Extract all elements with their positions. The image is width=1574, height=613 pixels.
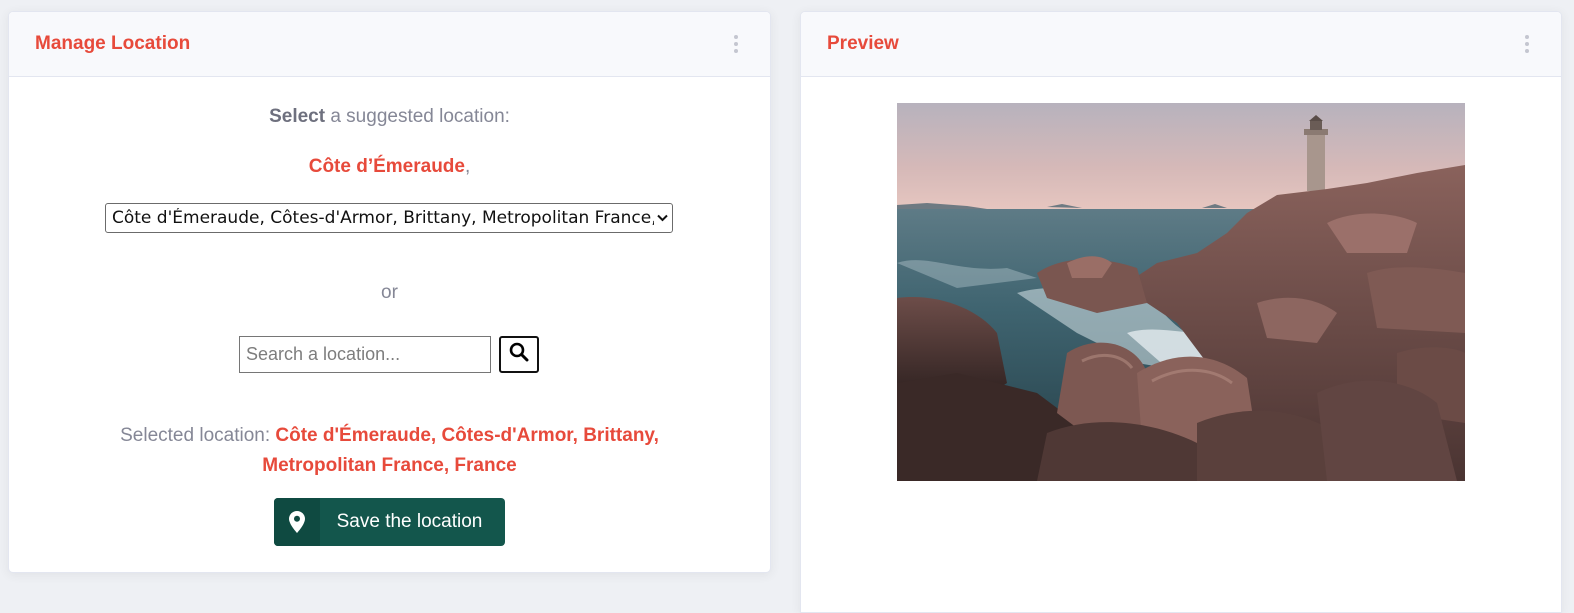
save-location-label: Save the location xyxy=(336,511,483,532)
preview-menu-icon[interactable] xyxy=(1519,31,1535,57)
search-location-input[interactable] xyxy=(239,336,491,373)
preview-header: Preview xyxy=(801,12,1561,77)
search-icon xyxy=(509,342,529,367)
save-location-button[interactable]: Save the location xyxy=(274,498,505,546)
suggested-location-name[interactable]: Côte d’Émeraude xyxy=(309,156,465,177)
suggested-location: Côte d’Émeraude, xyxy=(9,156,770,178)
or-separator: or xyxy=(381,282,398,303)
chevron-down-icon xyxy=(654,211,672,225)
selected-location-value-line1: Côte d'Émeraude, Côtes-d'Armor, Brittany… xyxy=(275,425,659,446)
manage-location-header: Manage Location xyxy=(9,12,770,77)
preview-title: Preview xyxy=(827,33,899,54)
map-marker-icon xyxy=(274,498,320,546)
selected-location-label: Selected location: xyxy=(120,425,276,446)
manage-menu-icon[interactable] xyxy=(728,31,744,57)
select-prompt: Select a suggested location: xyxy=(9,106,770,128)
suggested-location-suffix: , xyxy=(464,156,471,177)
location-preview-image xyxy=(897,103,1465,481)
manage-location-card: Manage Location Select a suggested locat… xyxy=(8,11,771,573)
location-dropdown[interactable]: Côte d'Émeraude, Côtes-d'Armor, Brittany… xyxy=(105,203,673,233)
select-prompt-bold: Select xyxy=(269,106,326,127)
selected-location: Selected location: Côte d'Émeraude, Côte… xyxy=(9,421,770,481)
manage-location-title: Manage Location xyxy=(35,33,191,54)
select-prompt-rest: a suggested location: xyxy=(325,106,510,127)
location-dropdown-value: Côte d'Émeraude, Côtes-d'Armor, Brittany… xyxy=(112,208,654,228)
search-button[interactable] xyxy=(499,336,539,373)
selected-location-value-line2: Metropolitan France, France xyxy=(262,455,517,476)
preview-card: Preview xyxy=(800,11,1562,613)
